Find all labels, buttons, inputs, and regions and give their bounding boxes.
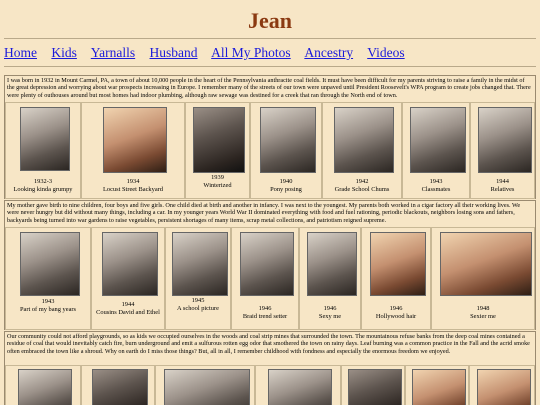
photo-thumbnail[interactable] bbox=[268, 369, 332, 405]
photo-row: 1943 Part of my bang years 1944 Cousins … bbox=[4, 227, 536, 330]
photo-thumbnail[interactable] bbox=[410, 107, 466, 173]
story-paragraph: My mother gave birth to nine children, f… bbox=[4, 200, 536, 228]
photo-year: 1943 bbox=[429, 178, 443, 185]
photo-cell bbox=[81, 365, 155, 405]
nav-bar: Home Kids Yarnalls Husband All My Photos… bbox=[4, 45, 405, 61]
photo-cell: 1934 Locust Street Backyard bbox=[81, 102, 185, 199]
nav-ancestry-link[interactable]: Ancestry bbox=[304, 45, 353, 60]
photo-caption: Locust Street Backyard bbox=[103, 186, 163, 193]
photo-cell: 1942 Grade School Chums bbox=[322, 102, 402, 199]
photo-cell bbox=[469, 365, 535, 405]
photo-thumbnail[interactable] bbox=[370, 232, 426, 296]
photo-cell bbox=[341, 365, 405, 405]
photo-cell: 1946 Sexy me bbox=[299, 227, 361, 330]
photo-caption: Part of my bang years bbox=[19, 306, 77, 313]
divider bbox=[4, 38, 536, 39]
photo-year: 1948 bbox=[476, 305, 490, 312]
photo-year: 1940 bbox=[279, 178, 293, 185]
photo-cell bbox=[405, 365, 469, 405]
photo-year: 1944 bbox=[121, 301, 135, 308]
photo-thumbnail[interactable] bbox=[164, 369, 250, 405]
photo-thumbnail[interactable] bbox=[478, 107, 532, 173]
photo-thumbnail[interactable] bbox=[172, 232, 228, 296]
photo-row: 1932-3 Looking kinda grumpy 1934 Locust … bbox=[4, 102, 536, 199]
photo-cell: 1939 Winterized bbox=[185, 102, 250, 199]
photo-thumbnail[interactable] bbox=[102, 232, 158, 296]
photo-thumbnail[interactable] bbox=[240, 232, 294, 296]
photo-year: 1934 bbox=[126, 178, 140, 185]
photo-cell: 1946 Hollywood hair bbox=[361, 227, 431, 330]
photo-thumbnail[interactable] bbox=[334, 107, 394, 173]
photo-cell bbox=[5, 365, 81, 405]
photo-cell: 1948 Sexier me bbox=[431, 227, 535, 330]
page-title: Jean bbox=[248, 8, 292, 33]
photo-cell: 1944 Cousins David and Ethel bbox=[91, 227, 165, 330]
photo-year: 1946 bbox=[323, 305, 337, 312]
photo-year: 1945 bbox=[191, 297, 205, 304]
photo-thumbnail[interactable] bbox=[103, 107, 167, 173]
photo-cell: 1943 Classmates bbox=[402, 102, 470, 199]
photo-caption: Relatives bbox=[490, 186, 515, 193]
photo-caption: Sexy me bbox=[318, 313, 342, 320]
nav-all-photos-link[interactable]: All My Photos bbox=[211, 45, 291, 60]
photo-cell: 1943 Part of my bang years bbox=[5, 227, 91, 330]
photo-thumbnail[interactable] bbox=[20, 107, 70, 171]
photo-caption: Braid trend setter bbox=[242, 313, 288, 320]
photo-thumbnail[interactable] bbox=[20, 232, 80, 296]
photo-cell bbox=[255, 365, 341, 405]
photo-year: 1939 bbox=[211, 174, 224, 181]
photo-cell: 1945 A school picture bbox=[165, 227, 231, 330]
photo-year: 1946 bbox=[389, 305, 403, 312]
nav-videos-link[interactable]: Videos bbox=[367, 45, 404, 60]
photo-thumbnail[interactable] bbox=[412, 369, 466, 405]
photo-cell: 1932-3 Looking kinda grumpy bbox=[5, 102, 81, 199]
photo-thumbnail[interactable] bbox=[18, 369, 72, 405]
photo-caption: Pony posing bbox=[270, 186, 302, 193]
photo-thumbnail[interactable] bbox=[477, 369, 531, 405]
paragraph-text: My mother gave birth to nine children, f… bbox=[7, 202, 521, 224]
photo-year: 1932-3 bbox=[33, 178, 53, 185]
photo-caption: Hollywood hair bbox=[375, 313, 417, 320]
story-paragraph: I was born in 1932 in Mount Carmel, PA, … bbox=[4, 75, 536, 103]
nav-yarnalls-link[interactable]: Yarnalls bbox=[91, 45, 135, 60]
photo-cell: 1946 Braid trend setter bbox=[231, 227, 299, 330]
photo-row bbox=[4, 365, 536, 405]
photo-caption: Looking kinda grumpy bbox=[13, 186, 73, 193]
paragraph-text: Our community could not afford playgroun… bbox=[7, 333, 530, 355]
photo-cell bbox=[155, 365, 255, 405]
nav-kids-link[interactable]: Kids bbox=[51, 45, 77, 60]
photo-thumbnail[interactable] bbox=[307, 232, 357, 296]
photo-caption: A school picture bbox=[177, 305, 219, 312]
photo-thumbnail[interactable] bbox=[92, 369, 148, 405]
nav-home-link[interactable]: Home bbox=[4, 45, 37, 60]
photo-year: 1943 bbox=[41, 298, 55, 305]
photo-caption: Sexier me bbox=[470, 313, 496, 320]
photo-cell: 1940 Pony posing bbox=[250, 102, 322, 199]
photo-caption: Cousins David and Ethel bbox=[96, 309, 160, 316]
photo-cell: 1944 Relatives bbox=[470, 102, 535, 199]
divider bbox=[4, 66, 536, 67]
photo-year: 1944 bbox=[496, 178, 509, 185]
photo-thumbnail[interactable] bbox=[440, 232, 532, 296]
photo-thumbnail[interactable] bbox=[348, 369, 402, 405]
story-paragraph: Our community could not afford playgroun… bbox=[4, 331, 536, 366]
photo-year: 1946 bbox=[258, 305, 272, 312]
photo-thumbnail[interactable] bbox=[260, 107, 316, 173]
photo-caption: Winterized bbox=[203, 182, 232, 189]
photo-thumbnail[interactable] bbox=[193, 107, 245, 173]
paragraph-text: I was born in 1932 in Mount Carmel, PA, … bbox=[7, 77, 531, 99]
photo-year: 1942 bbox=[355, 178, 369, 185]
photo-caption: Grade School Chums bbox=[334, 186, 390, 193]
nav-husband-link[interactable]: Husband bbox=[150, 45, 198, 60]
photo-caption: Classmates bbox=[421, 186, 451, 193]
